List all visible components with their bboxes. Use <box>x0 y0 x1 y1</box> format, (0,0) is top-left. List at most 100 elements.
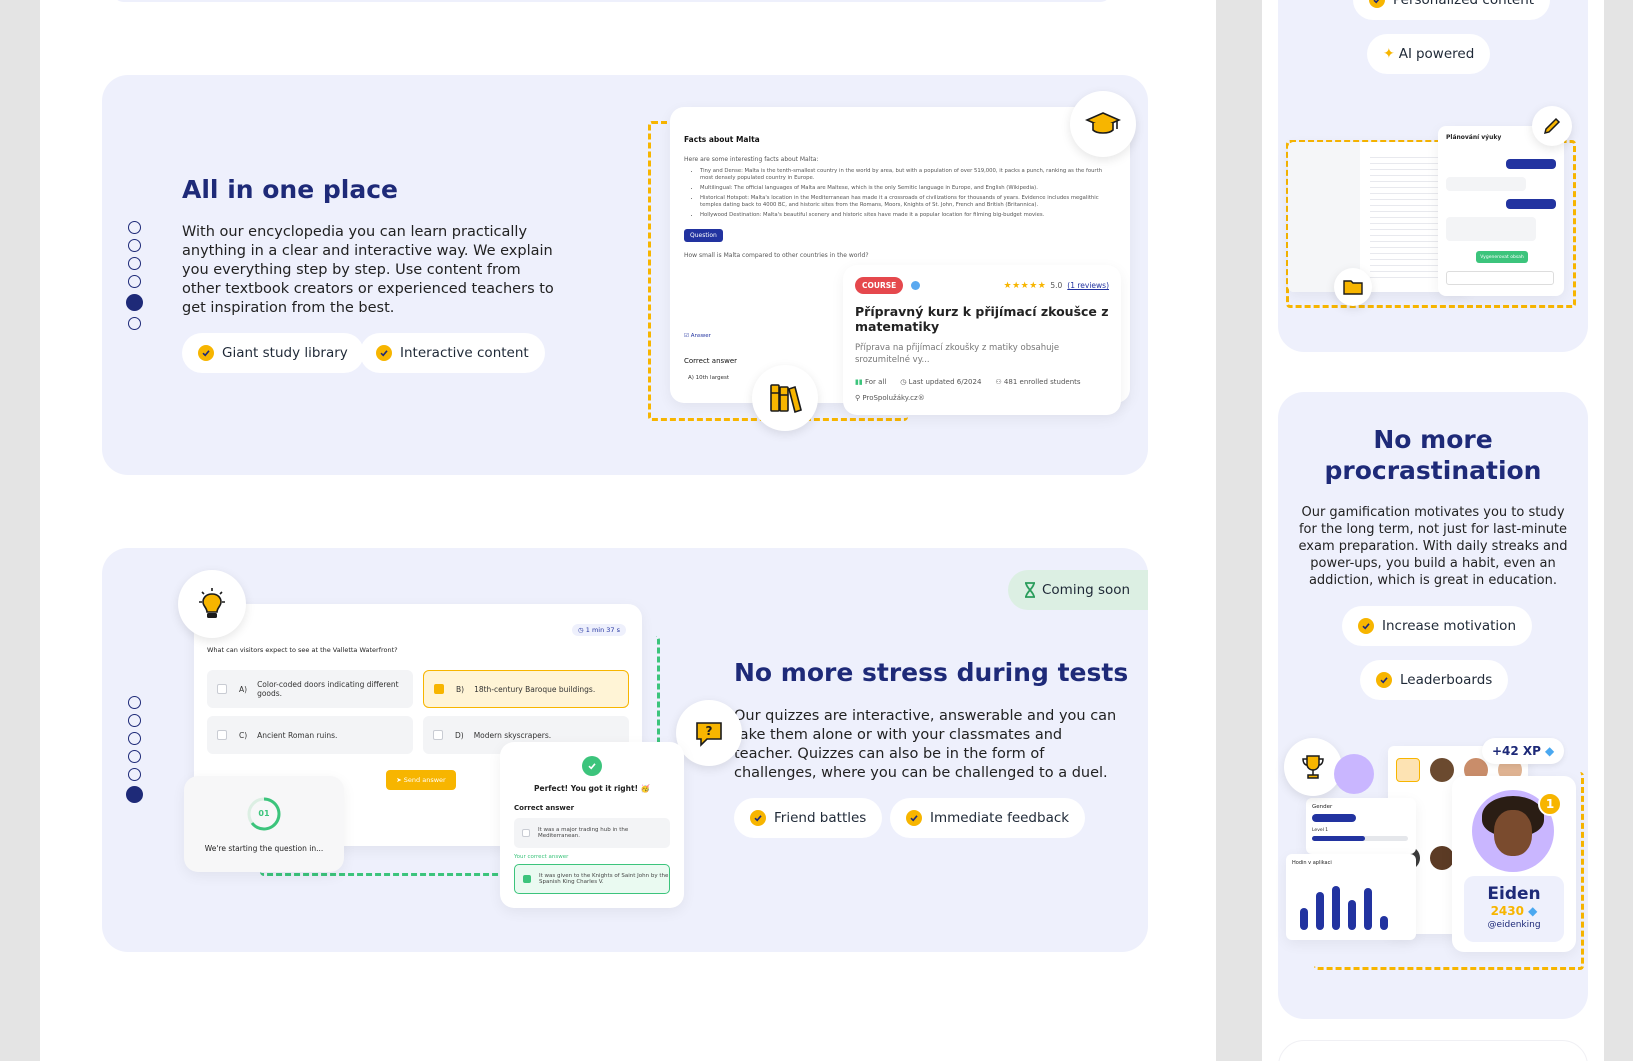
section-title: No more procrastination <box>1324 425 1542 485</box>
quiz-option-b-selected[interactable]: B) 18th-century Baroque buildings. <box>423 670 629 708</box>
checkbox <box>433 730 443 740</box>
check-icon <box>198 345 214 361</box>
course-card[interactable]: COURSE ★★★★★ 5.0 (1 reviews) Přípravný k… <box>843 265 1121 415</box>
author-icon: ⚲ <box>855 394 861 402</box>
result-card: Perfect! You got it right! 🥳 Correct ans… <box>500 742 684 908</box>
chat-bubble-ai <box>1446 217 1536 241</box>
chart-bar <box>1348 900 1356 930</box>
graduation-cap-icon <box>1070 91 1136 157</box>
level-progress-bar <box>1312 836 1408 841</box>
reviews-link[interactable]: (1 reviews) <box>1067 281 1109 290</box>
chart-bar <box>1332 886 1340 930</box>
quiz-option-c[interactable]: C) Ancient Roman ruins. <box>207 716 413 754</box>
course-description: Příprava na přijímací zkoušky z matiky o… <box>855 343 1060 365</box>
carousel-dot-4[interactable] <box>128 750 141 763</box>
avatar-option[interactable] <box>1396 758 1420 782</box>
course-enrolled: ⚇ 481 enrolled students <box>995 378 1080 386</box>
carousel-dot-4[interactable] <box>128 275 141 288</box>
carousel-dot-5-active[interactable] <box>126 294 143 311</box>
chat-bubble-user <box>1506 199 1556 209</box>
check-icon <box>1376 672 1392 688</box>
feature-label: Immediate feedback <box>930 810 1070 826</box>
course-author: ⚲ ProSpolužáky.cz® <box>855 394 1109 402</box>
carousel-dot-2[interactable] <box>128 239 141 252</box>
feature-pill-increase-motivation: Increase motivation <box>1342 606 1532 646</box>
rating-value: 5.0 <box>1050 281 1063 290</box>
profile-points: 2430 ◆ <box>1464 904 1564 918</box>
feature-card-all-in-one: All in one place With our encyclopedia y… <box>102 75 1148 475</box>
carousel-dot-2[interactable] <box>128 714 141 727</box>
xp-badge: +42 XP ◆ <box>1482 738 1565 764</box>
coming-soon-label: Coming soon <box>1042 582 1131 598</box>
hourglass-icon <box>1025 582 1035 598</box>
chat-input[interactable] <box>1446 271 1554 285</box>
profile-points-value: 2430 <box>1490 904 1524 918</box>
option-letter: A) <box>239 684 248 694</box>
countdown-number: 01 <box>258 809 270 818</box>
avatar-face <box>1494 810 1532 856</box>
option-text: Modern skyscrapers. <box>473 730 552 740</box>
send-answer-button[interactable]: ➤ Send answer <box>386 770 456 790</box>
quiz-option-a[interactable]: A) Color-coded doors indicating different… <box>207 670 413 708</box>
chart-bar <box>1300 908 1308 930</box>
gender-toggle[interactable] <box>1312 814 1356 822</box>
option-text: Ancient Roman ruins. <box>257 730 338 740</box>
section-description: Our gamification motivates you to study … <box>1298 505 1568 588</box>
doc-title: Facts about Malta <box>684 135 760 144</box>
avatar-option[interactable] <box>1430 846 1454 870</box>
feature-label: Personalized content <box>1393 0 1535 8</box>
feature-label: Increase motivation <box>1382 618 1516 634</box>
generate-button-label: Vygenerovat obsah <box>1480 254 1524 260</box>
answer-option: A) 10th largest <box>688 375 730 381</box>
hours-chart-card: Hodin v aplikaci <box>1286 854 1416 940</box>
side-column: Personalized content ✦ AI powered Plánov… <box>1262 0 1604 1061</box>
generate-button[interactable]: Vygenerovat obsah <box>1476 251 1528 263</box>
option-text: 18th-century Baroque buildings. <box>474 684 596 694</box>
svg-text:?: ? <box>706 724 713 738</box>
rating-stars-icon: ★★★★★ <box>1003 280 1047 291</box>
carousel-dot-3[interactable] <box>128 732 141 745</box>
section-description: Our quizzes are interactive, answerable … <box>734 708 1117 781</box>
trophy-icon <box>1284 738 1342 796</box>
doc-bullet: Historical Hotspot: Malta's location in … <box>700 195 1116 209</box>
checkbox <box>217 684 227 694</box>
feature-label: Interactive content <box>400 345 529 361</box>
profile-info: Eiden 2430 ◆ @eidenking <box>1464 876 1564 942</box>
gender-label: Gender <box>1312 804 1333 810</box>
carousel-dot-5[interactable] <box>128 768 141 781</box>
result-option-a-text: It was a major trading hub in the Medite… <box>538 827 629 839</box>
carousel-dot-6-active[interactable] <box>126 786 143 803</box>
doc-bullet: Multilingual: The official languages of … <box>700 185 1116 192</box>
carousel-dot-6[interactable] <box>128 317 141 330</box>
checkbox-checked <box>523 875 531 883</box>
chart-bar <box>1364 888 1372 930</box>
user-avatar-small <box>1334 754 1374 794</box>
feature-label: powered <box>1415 46 1475 62</box>
course-title[interactable]: Přípravný kurz k přijímací zkoušce z mat… <box>855 304 1109 334</box>
books-icon <box>752 365 818 431</box>
carousel-dot-3[interactable] <box>128 257 141 270</box>
check-icon <box>1358 618 1374 634</box>
feature-label: Leaderboards <box>1400 672 1493 688</box>
course-level: ▮▮ For all <box>855 378 886 386</box>
result-option-b: It was given to the Knights of Saint Joh… <box>514 864 670 894</box>
course-badge-label: COURSE <box>862 281 897 290</box>
profile-name: Eiden <box>1487 884 1541 904</box>
signal-bars-icon: ▮▮ <box>855 378 863 386</box>
medal-icon: 1 <box>1538 792 1562 816</box>
countdown-card: 01 We're starting the question in... <box>184 776 344 872</box>
chat-bubble-user <box>1506 159 1556 169</box>
feature-card-procrastination: No more procrastination Our gamification… <box>1278 392 1588 1019</box>
carousel-dot-1[interactable] <box>128 221 141 234</box>
carousel-dot-1[interactable] <box>128 696 141 709</box>
send-answer-label: Send answer <box>403 776 446 784</box>
pencil-icon <box>1532 106 1572 146</box>
avatar-option[interactable] <box>1430 758 1454 782</box>
feature-pill-interactive-content: Interactive content <box>360 333 545 373</box>
check-icon <box>906 810 922 826</box>
section-description: With our encyclopedia you can learn prac… <box>182 224 554 316</box>
doc-intro: Here are some interesting facts about Ma… <box>684 156 819 163</box>
course-updated: ◷ Last updated 6/2024 <box>900 378 981 386</box>
doc-bullet: Hollywood Destination: Malta's beautiful… <box>700 212 1116 219</box>
sparkles-icon: ✦ <box>1383 46 1395 62</box>
